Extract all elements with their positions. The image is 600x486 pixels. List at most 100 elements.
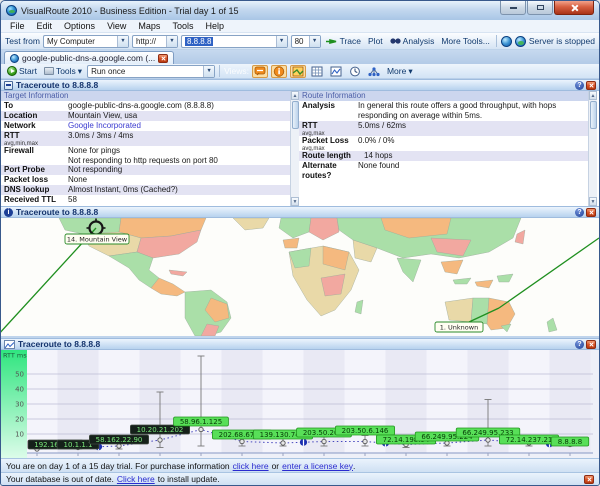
graph-panel-title: Traceroute to 8.8.8.8 xyxy=(18,339,100,349)
hop-point[interactable] xyxy=(158,438,162,442)
panel-close-button[interactable] xyxy=(586,208,596,217)
tools-button[interactable]: Tools ▾ xyxy=(42,66,84,77)
dismiss-update-button[interactable] xyxy=(584,475,594,484)
analysis-button[interactable]: Analysis xyxy=(388,36,437,46)
dropdown-arrow-icon[interactable]: ▼ xyxy=(309,36,320,47)
menu-options[interactable]: Options xyxy=(58,21,101,31)
hop-point[interactable] xyxy=(281,441,285,445)
destination-label[interactable]: 14. Mountain View xyxy=(65,234,129,244)
plot-button[interactable]: Plot xyxy=(366,36,385,46)
panel-close-button[interactable] xyxy=(586,81,596,90)
server-status-label: Server is stopped xyxy=(529,36,595,46)
world-globe-icon[interactable] xyxy=(501,36,512,47)
start-button[interactable]: Start xyxy=(5,66,39,76)
network-link[interactable]: Google Incorporated xyxy=(68,121,290,131)
row-analysis: Analysis In general this route offers a … xyxy=(299,101,588,121)
graph-view-button[interactable] xyxy=(328,65,344,78)
origin-label[interactable]: 1. Unknown xyxy=(435,322,483,332)
row-route-length: Route length 14 hops xyxy=(299,151,588,161)
menu-edit[interactable]: Edit xyxy=(31,21,59,31)
row-packet-loss: Packet loss None xyxy=(1,175,290,185)
route-scrollbar[interactable]: ▲ ▼ xyxy=(588,91,597,206)
maximize-button[interactable] xyxy=(527,1,553,15)
protocol-select[interactable]: http:// ▼ xyxy=(132,35,178,48)
hop-point[interactable] xyxy=(445,441,449,445)
target-info-header: Target Information xyxy=(1,91,290,101)
map-panel-header: i Traceroute to 8.8.8.8 ? xyxy=(1,206,599,218)
menu-tools[interactable]: Tools xyxy=(166,21,199,31)
target-scrollbar[interactable]: ▲ ▼ xyxy=(290,91,299,206)
history-view-button[interactable] xyxy=(347,65,363,78)
dropdown-arrow-icon[interactable]: ▼ xyxy=(276,36,287,47)
more-views-button[interactable]: More ▾ xyxy=(385,66,415,77)
more-tools-button[interactable]: More Tools... xyxy=(439,36,492,46)
map-panel-title: Traceroute to 8.8.8.8 xyxy=(16,207,98,217)
scroll-up-icon[interactable]: ▲ xyxy=(291,91,299,100)
toolbar-separator xyxy=(219,65,220,77)
license-key-link[interactable]: enter a license key xyxy=(282,461,353,471)
scroll-down-icon[interactable]: ▼ xyxy=(589,197,597,206)
route-view-button[interactable] xyxy=(252,65,268,78)
update-link[interactable]: Click here xyxy=(117,474,155,484)
port-select[interactable]: 80 ▼ xyxy=(291,35,321,48)
scrollbar-thumb[interactable] xyxy=(590,101,597,129)
help-icon[interactable]: ? xyxy=(575,340,584,349)
close-icon xyxy=(589,210,594,215)
run-mode-select[interactable]: Run once ▼ xyxy=(87,65,215,78)
dropdown-arrow-icon[interactable]: ▼ xyxy=(117,36,128,47)
trace-button[interactable]: Trace xyxy=(324,36,363,46)
row-location: Location Mountain View, usa xyxy=(1,111,290,121)
world-map[interactable]: 14. Mountain View 1. Unknown xyxy=(1,218,599,336)
hop-point[interactable] xyxy=(117,444,121,448)
menu-file[interactable]: File xyxy=(4,21,31,31)
graph-panel-header: Traceroute to 8.8.8.8 ? xyxy=(1,338,599,350)
clock-icon xyxy=(349,66,361,77)
row-alternate-routes: Alternate routes? None found xyxy=(299,161,588,180)
hop-point[interactable] xyxy=(240,439,244,443)
test-source-select[interactable]: My Computer ▼ xyxy=(43,35,129,48)
scrollbar-thumb[interactable] xyxy=(292,101,299,129)
svg-text:1. Unknown: 1. Unknown xyxy=(440,324,478,332)
row-route-rtt: RTTavg,max 5.0ms / 62ms xyxy=(299,121,588,136)
svg-text:58.162.22.90: 58.162.22.90 xyxy=(96,436,143,444)
menu-help[interactable]: Help xyxy=(199,21,230,31)
rtt-graph[interactable]: 192.168.1.110.1.1.158.162.22.9010.20.21.… xyxy=(1,350,599,458)
collapse-icon[interactable] xyxy=(4,81,13,90)
table-view-icon xyxy=(311,66,323,77)
hop-point[interactable] xyxy=(486,438,490,442)
scroll-up-icon[interactable]: ▲ xyxy=(589,91,597,100)
tab-globe-icon xyxy=(10,54,19,63)
hop-point[interactable] xyxy=(322,439,326,443)
start-icon xyxy=(7,66,17,76)
database-text: Your database is out of date. xyxy=(6,474,114,484)
info-view-button[interactable] xyxy=(271,65,287,78)
hop-point[interactable] xyxy=(363,439,367,443)
address-input[interactable]: 8.8.8.8 ▼ xyxy=(181,35,288,48)
trace-arrow-icon xyxy=(326,37,338,46)
purchase-link[interactable]: click here xyxy=(233,461,269,471)
menu-maps[interactable]: Maps xyxy=(132,21,166,31)
menu-view[interactable]: View xyxy=(101,21,132,31)
topology-view-button[interactable] xyxy=(366,65,382,78)
toolbar-separator xyxy=(496,35,497,47)
svg-text:58.96.1.125: 58.96.1.125 xyxy=(180,418,222,426)
help-icon[interactable]: ? xyxy=(575,208,584,217)
tab-traceroute[interactable]: google-public-dns-a.google.com (... xyxy=(4,51,174,64)
table-view-button[interactable] xyxy=(309,65,325,78)
dropdown-arrow-icon[interactable]: ▼ xyxy=(203,66,214,77)
help-icon[interactable]: ? xyxy=(575,81,584,90)
dropdown-arrow-icon[interactable]: ▼ xyxy=(166,36,177,47)
panel-close-button[interactable] xyxy=(586,340,596,349)
close-button[interactable] xyxy=(554,1,594,15)
y-tick-label: 10 xyxy=(15,431,24,439)
map-view-button[interactable] xyxy=(290,65,306,78)
server-globe-icon[interactable] xyxy=(515,36,526,47)
tab-close-button[interactable] xyxy=(158,54,168,63)
port-value: 80 xyxy=(295,37,304,46)
hop-point[interactable] xyxy=(199,427,203,431)
overflow-arrow-icon: ▾ xyxy=(78,66,82,77)
info-view-icon xyxy=(273,66,285,77)
scroll-down-icon[interactable]: ▼ xyxy=(291,197,299,206)
window-controls xyxy=(500,1,594,15)
minimize-button[interactable] xyxy=(500,1,526,15)
